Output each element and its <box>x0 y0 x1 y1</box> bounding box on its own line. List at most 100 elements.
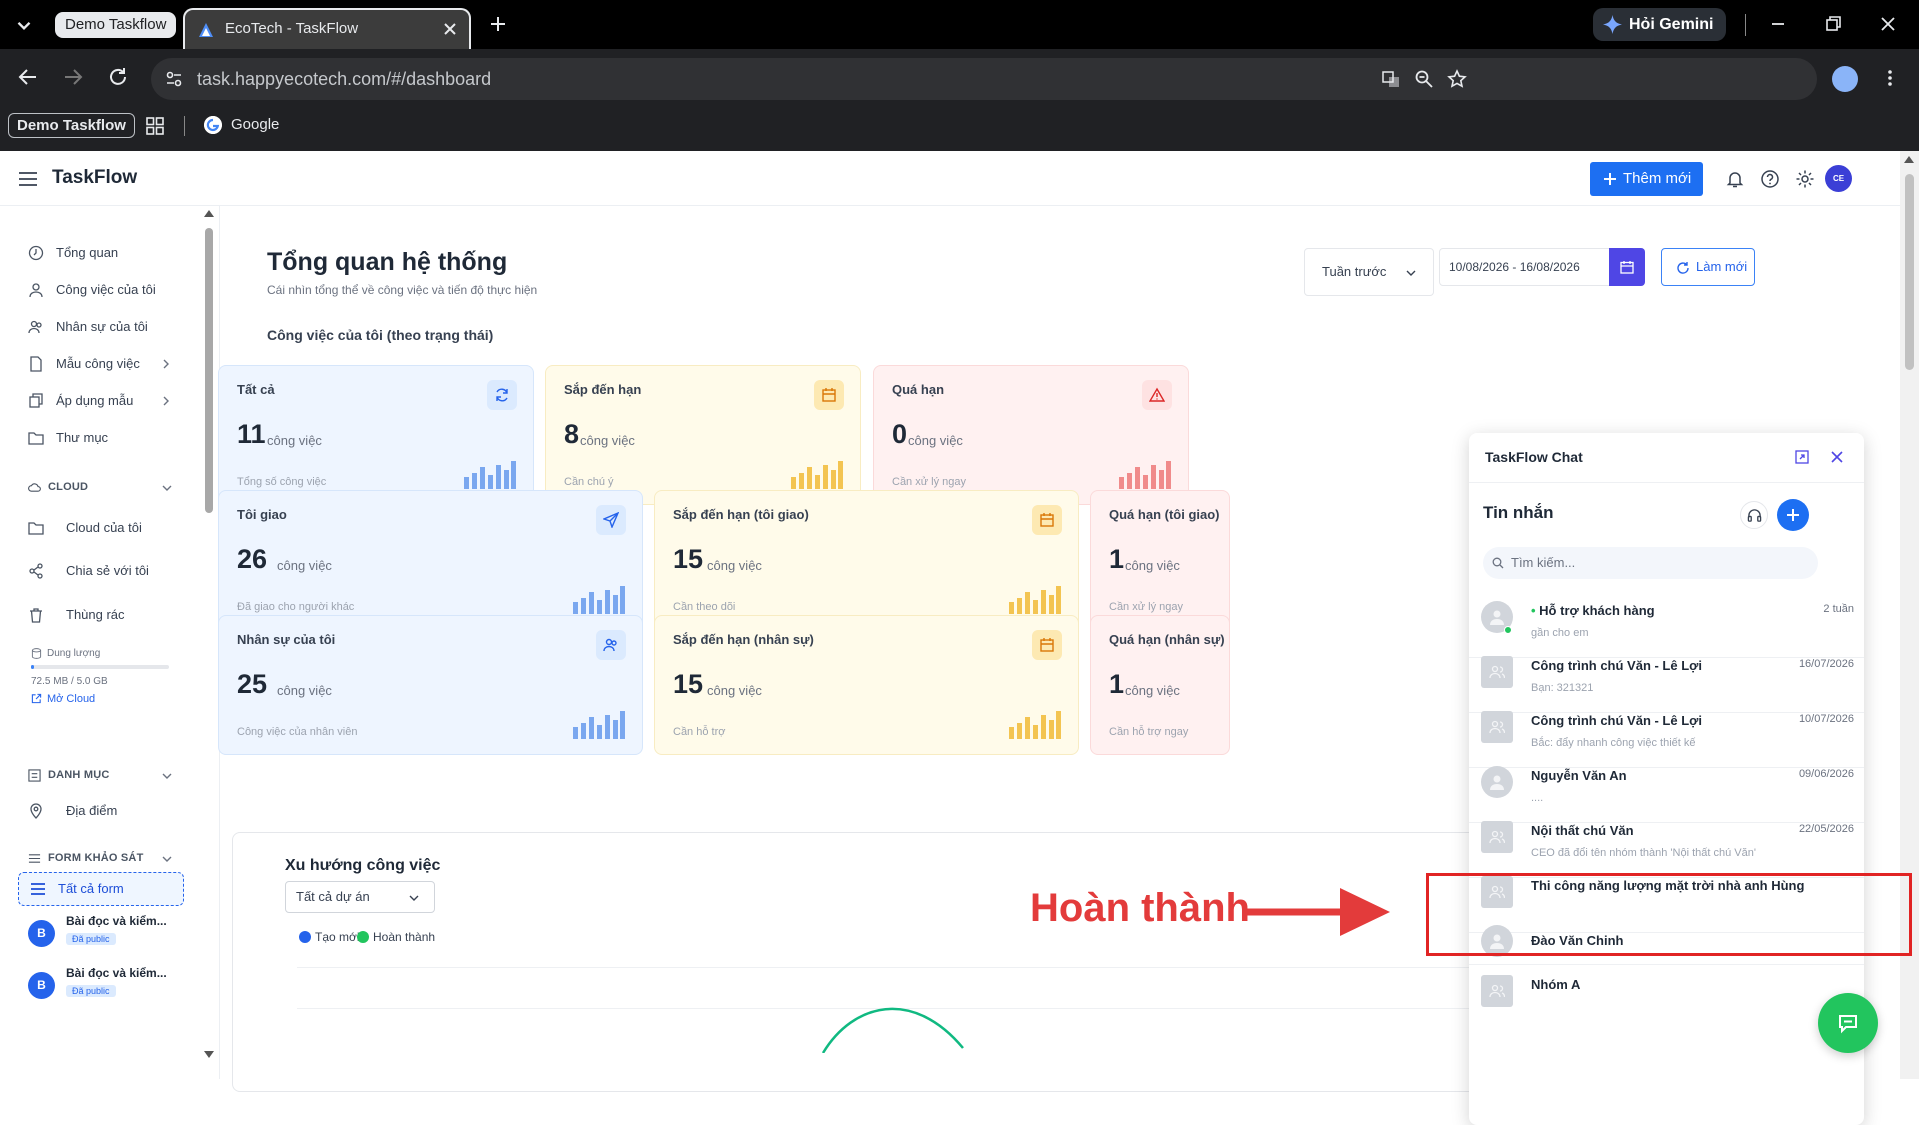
google-logo-icon[interactable] <box>204 116 222 134</box>
url-text[interactable]: task.happyecotech.com/#/dashboard <box>197 69 491 90</box>
cloud-section-header[interactable]: CLOUD <box>28 481 172 493</box>
card-subtitle: Cần hỗ trợ <box>673 726 726 738</box>
stat-card-overdue[interactable]: Quá hạn 0 công việc Cần xử lý ngay <box>873 365 1189 505</box>
sidebar-scroll-thumb[interactable] <box>205 228 213 513</box>
card-unit: công việc <box>707 558 762 573</box>
app-brand[interactable]: TaskFlow <box>52 167 137 189</box>
new-conversation-button[interactable] <box>1777 499 1809 531</box>
forward-icon[interactable] <box>62 66 84 88</box>
settings-gear-icon[interactable] <box>1795 169 1815 189</box>
form-list-item[interactable]: B Bài đọc và kiểm... Đã public <box>28 914 188 954</box>
bookmark-google[interactable]: Google <box>231 116 279 133</box>
scroll-down-icon[interactable] <box>204 1051 214 1058</box>
hamburger-menu-icon[interactable] <box>18 171 38 187</box>
bookmark-group-chip[interactable]: Demo Taskflow <box>8 113 135 138</box>
chat-bubble-icon <box>1839 1015 1857 1034</box>
gemini-button[interactable]: Hỏi Gemini <box>1593 8 1726 41</box>
card-unit: công việc <box>277 683 332 698</box>
open-cloud-link[interactable]: Mở Cloud <box>31 693 95 705</box>
sidebar-item-my-staff[interactable]: Nhân sự của tôi <box>28 317 148 337</box>
legend-done[interactable]: Hoàn thành <box>357 930 435 944</box>
refresh-button[interactable]: Làm mới <box>1661 248 1755 286</box>
calendar-button[interactable] <box>1609 248 1645 286</box>
expand-icon[interactable] <box>1794 449 1810 465</box>
annotation-arrow-icon <box>1246 888 1390 936</box>
conversation-name: Công trình chú Văn - Lê Lợi <box>1531 658 1703 673</box>
chat-fab-button[interactable] <box>1818 993 1878 1053</box>
legend-created[interactable]: Tạo mới <box>299 930 360 944</box>
cloud-icon <box>28 483 41 492</box>
back-icon[interactable] <box>17 66 39 88</box>
new-tab-icon[interactable] <box>488 14 508 34</box>
sidebar-item-tong-quan[interactable]: Tổng quan <box>28 243 118 263</box>
profile-avatar[interactable] <box>1832 66 1858 92</box>
browser-tab-active[interactable]: EcoTech - TaskFlow <box>183 8 471 49</box>
period-select[interactable]: Tuần trước <box>1304 248 1434 296</box>
ecotech-favicon-icon <box>199 23 213 37</box>
sidebar-scrollbar[interactable] <box>202 206 216 1079</box>
card-subtitle: Cần xử lý ngay <box>1109 601 1184 613</box>
file-icon <box>30 356 42 372</box>
group-avatar <box>1481 656 1513 688</box>
close-window-icon[interactable] <box>1878 14 1898 34</box>
chat-title: TaskFlow Chat <box>1485 449 1583 465</box>
address-bar[interactable]: task.happyecotech.com/#/dashboard <box>151 58 1817 100</box>
project-select[interactable]: Tất cả dự án <box>285 881 435 913</box>
reload-icon[interactable] <box>107 66 129 88</box>
all-forms-button[interactable]: Tất cả form <box>18 872 184 906</box>
sidebar-item-folders[interactable]: Thư mục <box>28 428 108 448</box>
sidebar-item-apply-template[interactable]: Áp dụng mẫu <box>28 391 169 411</box>
stat-card-assigned-overdue[interactable]: Quá hạn (tôi giao) 1 công việc Cần xử lý… <box>1090 490 1230 630</box>
stat-card-all[interactable]: Tất cả 11 công việc Tổng số công việc <box>218 365 534 505</box>
scroll-thumb[interactable] <box>1905 174 1914 370</box>
browser-menu-icon[interactable] <box>1880 68 1900 88</box>
close-icon[interactable] <box>1829 449 1845 465</box>
translate-icon[interactable] <box>1381 69 1401 89</box>
chat-search-placeholder: Tìm kiếm... <box>1511 555 1576 570</box>
help-icon[interactable] <box>1760 169 1780 189</box>
card-value: 1 <box>1109 544 1125 574</box>
sidebar-item-locations[interactable]: Địa điểm <box>28 801 117 821</box>
scroll-up-icon[interactable] <box>1904 156 1914 163</box>
completed-trend-line <box>821 1007 964 1053</box>
bookmark-divider <box>184 116 185 136</box>
card-title: Sắp đến hạn (nhân sự) <box>673 632 814 647</box>
card-value: 8 <box>564 419 580 449</box>
tab-search-chevron-icon[interactable] <box>13 14 35 36</box>
danhmuc-section-header[interactable]: DANH MỤC <box>28 769 172 782</box>
minimize-icon[interactable] <box>1768 14 1788 34</box>
stat-card-my-staff[interactable]: Nhân sự của tôi 25 công việc Công việc c… <box>218 615 643 755</box>
bell-icon[interactable] <box>1725 169 1745 189</box>
site-info-icon[interactable] <box>164 69 184 89</box>
add-new-button[interactable]: Thêm mới <box>1590 162 1703 196</box>
sidebar-item-shared-with-me[interactable]: Chia sẻ với tôi <box>28 561 149 581</box>
stat-card-due-soon[interactable]: Sắp đến hạn 8 công việc Cần chú ý <box>545 365 861 505</box>
close-tab-icon[interactable] <box>441 20 459 38</box>
refresh-icon <box>496 388 508 402</box>
form-status-badge: Đã public <box>66 933 116 945</box>
conversation-item-nhom-a[interactable]: Nhóm A <box>1469 965 1864 1032</box>
user-avatar[interactable]: CE <box>1825 165 1852 192</box>
chevron-down-icon <box>162 485 172 491</box>
card-icon-box <box>1032 505 1062 535</box>
chat-search-input[interactable]: Tìm kiếm... <box>1483 547 1818 579</box>
zoom-icon[interactable] <box>1414 69 1434 89</box>
stat-card-assigned-due-soon[interactable]: Sắp đến hạn (tôi giao) 15 công việc Cần … <box>654 490 1079 630</box>
card-icon-box <box>1142 380 1172 410</box>
apps-grid-icon[interactable] <box>145 116 165 136</box>
stat-card-staff-overdue[interactable]: Quá hạn (nhân sự) 1 công việc Cần hỗ trợ… <box>1090 615 1230 755</box>
bookmark-star-icon[interactable] <box>1447 69 1467 89</box>
tab-group-chip[interactable]: Demo Taskflow <box>55 12 177 38</box>
support-headset-button[interactable] <box>1740 501 1768 529</box>
form-section-header[interactable]: FORM KHẢO SÁT <box>28 852 172 864</box>
sidebar-item-my-tasks[interactable]: Công việc của tôi <box>28 280 156 300</box>
stat-card-assigned[interactable]: Tôi giao 26 công việc Đã giao cho người … <box>218 490 643 630</box>
sidebar-item-task-templates[interactable]: Mẫu công việc <box>28 354 169 374</box>
annotation-label: Hoàn thành <box>1030 886 1250 930</box>
scroll-up-icon[interactable] <box>204 210 214 217</box>
stat-card-staff-due-soon[interactable]: Sắp đến hạn (nhân sự) 15 công việc Cần h… <box>654 615 1079 755</box>
restore-icon[interactable] <box>1823 14 1843 34</box>
sidebar-item-my-cloud[interactable]: Cloud của tôi <box>28 518 142 538</box>
sidebar-item-trash[interactable]: Thùng rác <box>28 605 125 625</box>
form-list-item[interactable]: B Bài đọc và kiểm... Đã public <box>28 966 188 1006</box>
